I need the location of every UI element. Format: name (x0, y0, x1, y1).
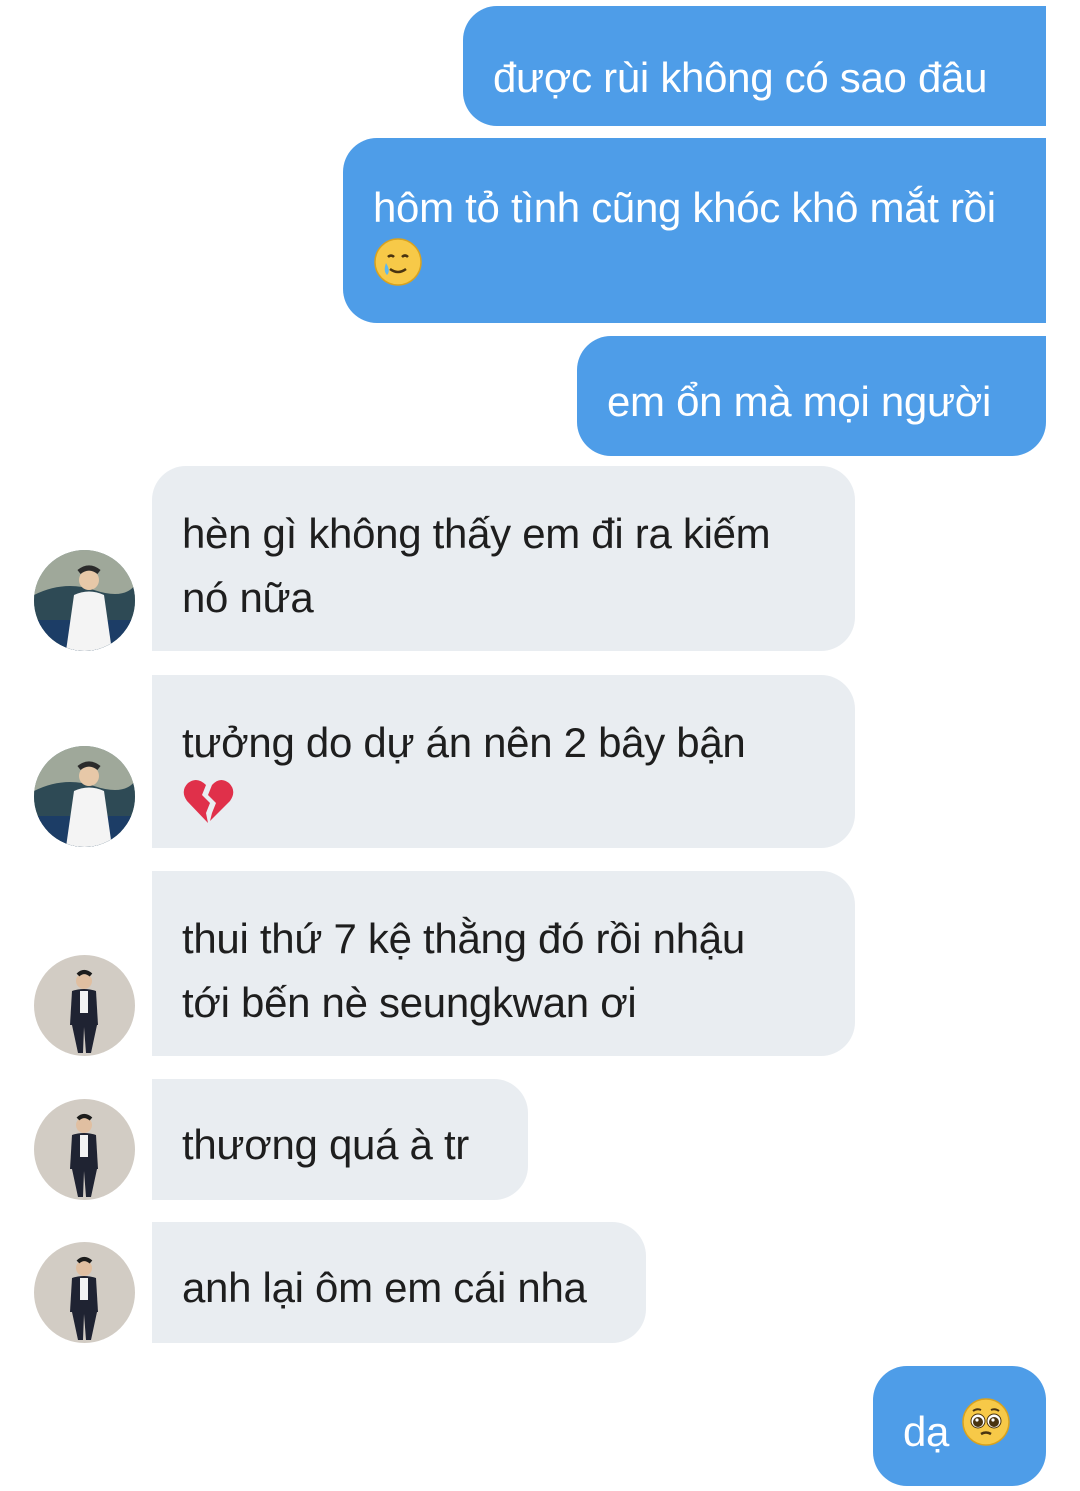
avatar[interactable] (34, 550, 135, 651)
sent-message[interactable]: hôm tỏ tình cũng khóc khô mắt rồi (343, 138, 1046, 323)
sent-message[interactable]: em ổn mà mọi người (577, 336, 1046, 456)
message-text: dạ (903, 1408, 950, 1455)
avatar-photo-icon (34, 1099, 135, 1200)
message-text-line: nó nữa (182, 574, 314, 621)
pleading-face-icon (961, 1397, 1011, 1465)
message-text: anh lại ôm em cái nha (182, 1264, 587, 1311)
message-text: em ổn mà mọi người (607, 378, 992, 425)
avatar[interactable] (34, 1099, 135, 1200)
avatar-photo-icon (34, 1242, 135, 1343)
sent-message[interactable]: dạ (873, 1366, 1046, 1486)
avatar-photo-icon (34, 550, 135, 651)
avatar-photo-icon (34, 746, 135, 847)
message-text-line: thui thứ 7 kệ thằng đó rồi nhậu (182, 915, 745, 962)
received-message[interactable]: thui thứ 7 kệ thằng đó rồi nhậu tới bến … (152, 871, 855, 1056)
received-message[interactable]: tưởng do dự án nên 2 bây bận (152, 675, 855, 848)
message-text: hôm tỏ tình cũng khóc khô mắt rồi (373, 184, 996, 231)
smiling-face-with-tear-icon (373, 237, 423, 305)
received-message[interactable]: thương quá à tr (152, 1079, 528, 1200)
broken-heart-icon (182, 777, 234, 843)
avatar[interactable] (34, 955, 135, 1056)
message-text-line: hèn gì không thấy em đi ra kiếm (182, 510, 771, 557)
received-message[interactable]: anh lại ôm em cái nha (152, 1222, 646, 1343)
received-message[interactable]: hèn gì không thấy em đi ra kiếm nó nữa (152, 466, 855, 651)
message-emoji-line (182, 775, 825, 843)
message-text-line: tưởng do dự án nên 2 bây bận (182, 719, 746, 766)
message-text: thương quá à tr (182, 1121, 469, 1168)
sent-message[interactable]: được rùi không có sao đâu (463, 6, 1046, 126)
avatar-photo-icon (34, 955, 135, 1056)
chat-thread: được rùi không có sao đâu hôm tỏ tình cũ… (0, 0, 1080, 1491)
avatar[interactable] (34, 1242, 135, 1343)
message-text-line: tới bến nè seungkwan ơi (182, 979, 637, 1026)
message-text: được rùi không có sao đâu (493, 54, 988, 101)
avatar[interactable] (34, 746, 135, 847)
